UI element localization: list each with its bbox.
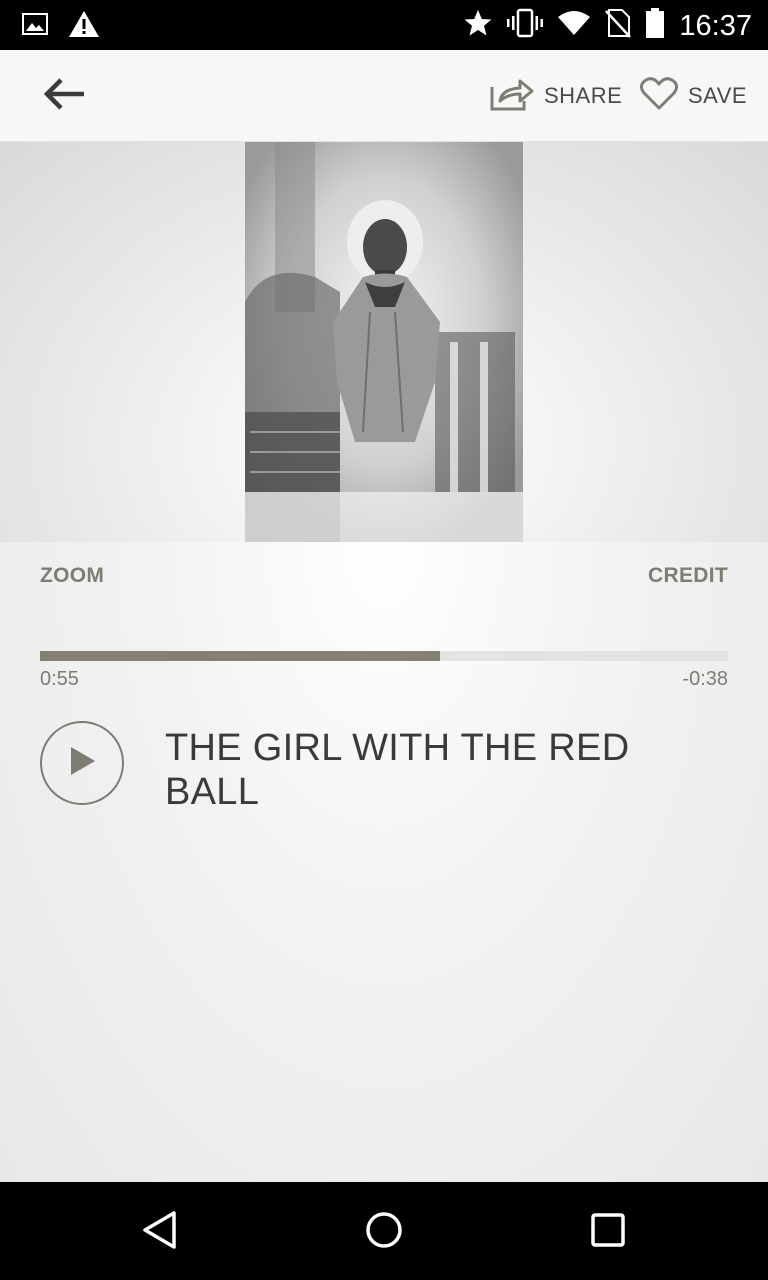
arrow-left-icon <box>42 77 86 116</box>
share-icon <box>490 77 534 116</box>
track-title: THE GIRL WITH THE RED BALL <box>165 727 630 813</box>
nav-recents-button[interactable] <box>586 1210 630 1254</box>
play-icon <box>67 745 97 782</box>
wifi-icon <box>557 9 591 42</box>
zoom-button[interactable]: ZOOM <box>40 564 104 588</box>
player-panel: ZOOM CREDIT 0:55 -0:38 THE GIRL WITH THE… <box>0 542 768 1182</box>
audio-progress-fill <box>40 651 440 661</box>
audio-progress-bar[interactable] <box>40 651 728 661</box>
clock: 16:37 <box>679 9 752 42</box>
no-sim-icon <box>605 8 632 43</box>
elapsed-time: 0:55 <box>40 668 79 690</box>
home-circle-icon <box>364 1210 404 1255</box>
status-bar: 16:37 <box>0 0 768 50</box>
battery-icon <box>645 8 665 43</box>
artwork-photo[interactable] <box>245 142 523 542</box>
remaining-time: -0:38 <box>682 668 728 690</box>
credit-button[interactable]: CREDIT <box>648 564 728 588</box>
warning-icon <box>68 10 100 43</box>
save-button[interactable]: SAVE <box>639 72 748 120</box>
back-button[interactable] <box>36 72 92 120</box>
play-button[interactable] <box>40 721 124 805</box>
nav-home-button[interactable] <box>362 1210 406 1254</box>
system-nav-bar <box>0 1182 768 1280</box>
app-bar: SHARE SAVE <box>0 50 768 142</box>
nav-back-button[interactable] <box>138 1210 182 1254</box>
vibrate-icon <box>507 8 544 43</box>
recents-square-icon <box>588 1210 628 1255</box>
heart-icon <box>639 76 679 116</box>
share-button[interactable]: SHARE <box>490 72 622 120</box>
artwork-image <box>245 142 523 542</box>
save-label: SAVE <box>688 83 748 108</box>
photo-area <box>0 142 768 542</box>
image-icon <box>22 11 48 42</box>
star-icon <box>463 8 493 43</box>
share-label: SHARE <box>544 83 623 108</box>
back-triangle-icon <box>140 1210 180 1255</box>
